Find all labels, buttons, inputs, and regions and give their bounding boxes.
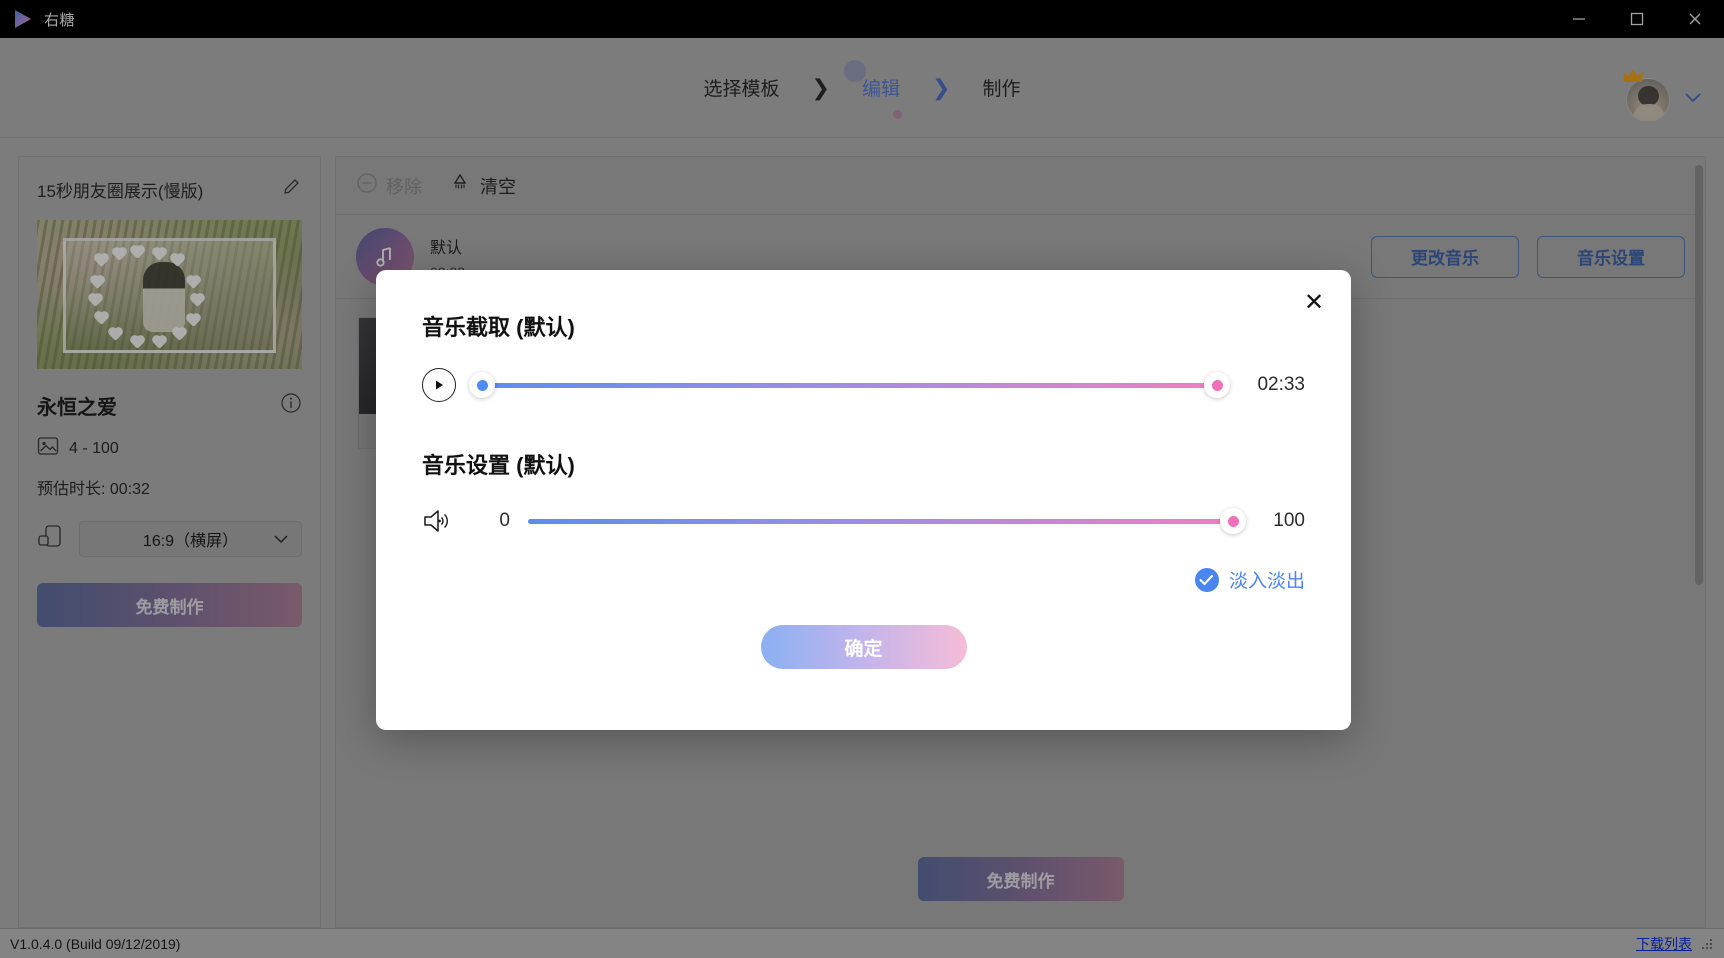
volume-handle[interactable] bbox=[1220, 508, 1246, 534]
fade-row[interactable]: 淡入淡出 bbox=[422, 566, 1305, 593]
fade-checkbox[interactable] bbox=[1195, 568, 1219, 592]
fade-label[interactable]: 淡入淡出 bbox=[1229, 566, 1305, 593]
trim-start-handle[interactable] bbox=[469, 372, 495, 398]
volume-min-label: 0 bbox=[480, 510, 510, 532]
trim-end-handle[interactable] bbox=[1204, 372, 1230, 398]
speaker-icon bbox=[422, 506, 462, 536]
volume-slider-row: 0 100 bbox=[422, 506, 1305, 536]
music-settings-modal: ✕ 音乐截取 (默认) 02:33 音乐设置 (默认) bbox=[376, 270, 1351, 730]
trim-section-title: 音乐截取 (默认) bbox=[422, 310, 1305, 342]
settings-section-title: 音乐设置 (默认) bbox=[422, 448, 1305, 480]
app-window: 右糖 选择模板 ❯ 编辑 ❯ 制作 bbox=[0, 0, 1724, 958]
play-icon[interactable] bbox=[422, 368, 456, 402]
close-icon[interactable]: ✕ bbox=[1299, 288, 1329, 318]
trim-slider-track bbox=[474, 383, 1217, 388]
volume-slider-track bbox=[528, 519, 1233, 524]
confirm-row: 确定 bbox=[422, 625, 1305, 669]
confirm-button[interactable]: 确定 bbox=[761, 625, 967, 669]
trim-slider-row: 02:33 bbox=[422, 368, 1305, 402]
trim-slider[interactable] bbox=[474, 371, 1217, 399]
volume-value-label: 100 bbox=[1273, 510, 1305, 532]
volume-slider[interactable] bbox=[528, 507, 1233, 535]
trim-end-time: 02:33 bbox=[1257, 374, 1305, 396]
